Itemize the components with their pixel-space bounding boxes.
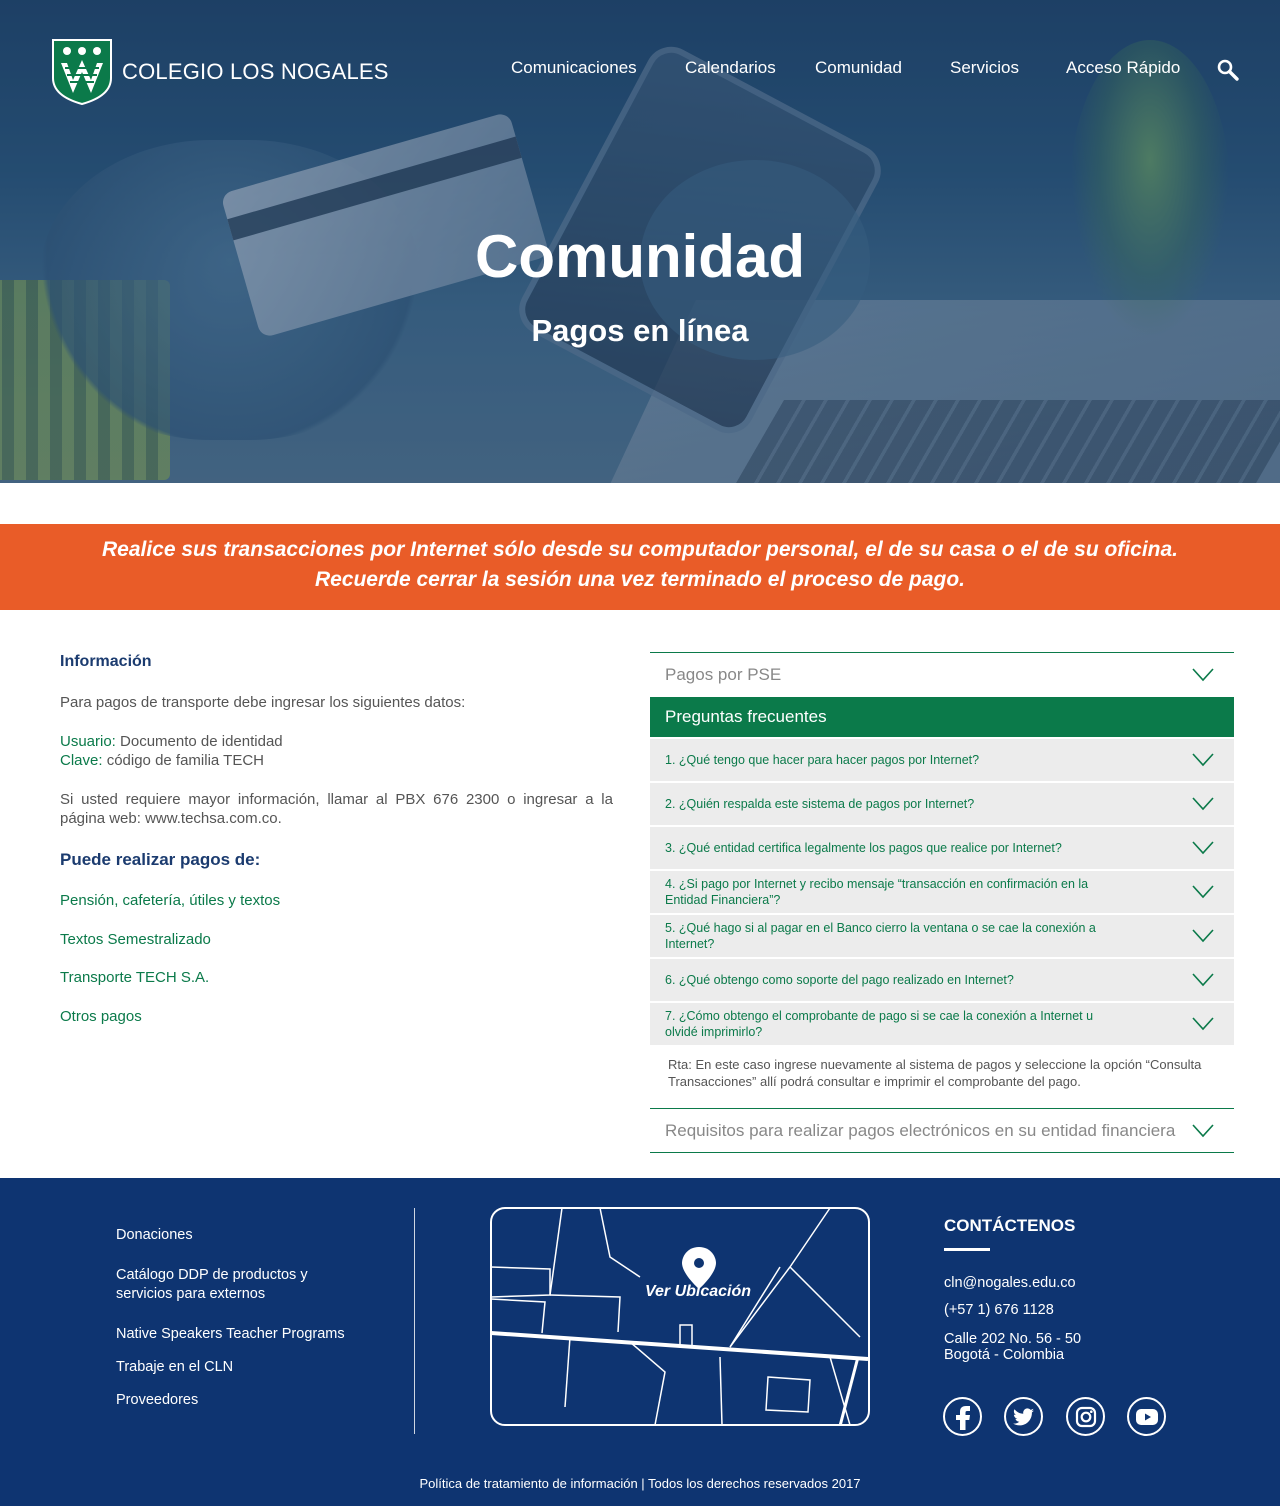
nav-comunidad[interactable]: Comunidad bbox=[815, 58, 902, 78]
nav-calendarios[interactable]: Calendarios bbox=[685, 58, 776, 78]
contact-address-2: Bogotá - Colombia bbox=[944, 1347, 1065, 1363]
footer-link-proveedores[interactable]: Proveedores bbox=[116, 1391, 198, 1410]
chevron-down-icon bbox=[1192, 885, 1214, 899]
faq-question: 1. ¿Qué tengo que hacer para hacer pagos… bbox=[665, 753, 980, 767]
notice-line-2: Recuerde cerrar la sesión una vez termin… bbox=[314, 568, 966, 591]
faq-header-label: Preguntas frecuentes bbox=[665, 707, 827, 726]
faq-question: 6. ¿Qué obtengo como soporte del pago re… bbox=[665, 973, 1014, 987]
school-crest-icon bbox=[52, 39, 112, 105]
key-label: Clave: bbox=[60, 752, 103, 769]
instagram-icon[interactable] bbox=[1066, 1397, 1105, 1436]
faq-item-7[interactable]: 7. ¿Cómo obtengo el comprobante de pago … bbox=[650, 1003, 1234, 1045]
faq-question: 3. ¿Qué entidad certifica legalmente los… bbox=[665, 841, 1062, 855]
contact-email[interactable]: cln@nogales.edu.co bbox=[944, 1275, 1076, 1291]
faq-question: 5. ¿Qué hago si al pagar en el Banco cie… bbox=[665, 921, 1096, 951]
key-line: Clave: código de familia TECH bbox=[60, 751, 264, 770]
faq-answer-7: Rta: En este caso ingrese nuevamente al … bbox=[668, 1057, 1202, 1089]
chevron-down-icon bbox=[1192, 1017, 1214, 1031]
user-value: Documento de identidad bbox=[115, 733, 283, 750]
search-icon[interactable] bbox=[1216, 58, 1240, 82]
nav-servicios[interactable]: Servicios bbox=[950, 58, 1019, 78]
copyright-text: Política de tratamiento de información |… bbox=[419, 1476, 861, 1491]
chevron-down-icon bbox=[1192, 841, 1214, 855]
faq-header[interactable]: Preguntas frecuentes bbox=[650, 697, 1234, 737]
faq-item-2[interactable]: 2. ¿Quién respalda este sistema de pagos… bbox=[650, 783, 1234, 825]
payment-link-textos[interactable]: Textos Semestralizado bbox=[60, 931, 211, 948]
hero-banner: COLEGIO LOS NOGALES Comunicaciones Calen… bbox=[0, 0, 1280, 483]
info-heading: Información bbox=[60, 653, 152, 670]
footer-link-donaciones[interactable]: Donaciones bbox=[116, 1226, 193, 1245]
payment-link-pension[interactable]: Pensión, cafetería, útiles y textos bbox=[60, 892, 280, 909]
facebook-icon[interactable] bbox=[943, 1397, 982, 1436]
footer-link-trabaje[interactable]: Trabaje en el CLN bbox=[116, 1358, 233, 1377]
faq-item-1[interactable]: 1. ¿Qué tengo que hacer para hacer pagos… bbox=[650, 739, 1234, 781]
faq-item-4[interactable]: 4. ¿Si pago por Internet y recibo mensaj… bbox=[650, 871, 1234, 913]
contact-phone: (+57 1) 676 1128 bbox=[944, 1302, 1054, 1318]
accordion-pse[interactable]: Pagos por PSE bbox=[650, 652, 1234, 696]
chevron-down-icon bbox=[1192, 973, 1214, 987]
payments-heading: Puede realizar pagos de: bbox=[60, 850, 261, 869]
accordion-bottom-border bbox=[650, 1152, 1234, 1153]
payment-link-otros[interactable]: Otros pagos bbox=[60, 1008, 142, 1025]
accordion-requisitos-label: Requisitos para realizar pagos electróni… bbox=[665, 1120, 1176, 1140]
faq-question: 4. ¿Si pago por Internet y recibo mensaj… bbox=[665, 877, 1089, 907]
faq-question: 7. ¿Cómo obtengo el comprobante de pago … bbox=[665, 1009, 1094, 1039]
page-subtitle: Pagos en línea bbox=[531, 313, 749, 348]
security-notice: Realice sus transacciones por Internet s… bbox=[0, 524, 1280, 610]
contact-heading: CONTÁCTENOS bbox=[944, 1216, 1076, 1235]
chevron-down-icon bbox=[1192, 667, 1214, 681]
contact-underline bbox=[944, 1248, 990, 1251]
footer-divider bbox=[414, 1208, 415, 1434]
faq-question: 2. ¿Quién respalda este sistema de pagos… bbox=[665, 797, 975, 811]
accordion-pse-label: Pagos por PSE bbox=[665, 664, 782, 684]
chevron-down-icon bbox=[1192, 1123, 1214, 1137]
page-title: Comunidad bbox=[475, 223, 805, 290]
footer-link-native-speakers[interactable]: Native Speakers Teacher Programs bbox=[116, 1325, 345, 1344]
notice-line-1: Realice sus transacciones por Internet s… bbox=[101, 538, 1178, 561]
brand-logo[interactable]: COLEGIO LOS NOGALES bbox=[51, 38, 389, 105]
accordion-requisitos[interactable]: Requisitos para realizar pagos electróni… bbox=[650, 1108, 1234, 1152]
map-label[interactable]: Ver Ubicación bbox=[490, 1283, 906, 1301]
site-footer: Donaciones Catálogo DDP de productos y s… bbox=[0, 1178, 1280, 1506]
payment-link-transporte[interactable]: Transporte TECH S.A. bbox=[60, 969, 209, 986]
user-label: Usuario: bbox=[60, 733, 116, 750]
location-map[interactable] bbox=[490, 1207, 870, 1426]
more-info-text: Si usted requiere mayor información, lla… bbox=[60, 791, 613, 827]
faq-item-6[interactable]: 6. ¿Qué obtengo como soporte del pago re… bbox=[650, 959, 1234, 1001]
key-value: código de familia TECH bbox=[102, 752, 264, 769]
chevron-down-icon bbox=[1192, 797, 1214, 811]
chevron-down-icon bbox=[1192, 753, 1214, 767]
nav-comunicaciones[interactable]: Comunicaciones bbox=[511, 58, 637, 78]
contact-address-1: Calle 202 No. 56 - 50 bbox=[944, 1331, 1082, 1347]
youtube-icon[interactable] bbox=[1127, 1397, 1166, 1436]
footer-link-catalogo[interactable]: Catálogo DDP de productos y servicios pa… bbox=[116, 1266, 316, 1304]
twitter-icon[interactable] bbox=[1004, 1397, 1043, 1436]
info-intro: Para pagos de transporte debe ingresar l… bbox=[60, 694, 466, 711]
nav-acceso-rapido[interactable]: Acceso Rápido bbox=[1066, 58, 1180, 78]
faq-item-3[interactable]: 3. ¿Qué entidad certifica legalmente los… bbox=[650, 827, 1234, 869]
faq-item-5[interactable]: 5. ¿Qué hago si al pagar en el Banco cie… bbox=[650, 915, 1234, 957]
brand-name: COLEGIO LOS NOGALES bbox=[122, 58, 389, 84]
user-line: Usuario: Documento de identidad bbox=[60, 732, 283, 751]
chevron-down-icon bbox=[1192, 929, 1214, 943]
